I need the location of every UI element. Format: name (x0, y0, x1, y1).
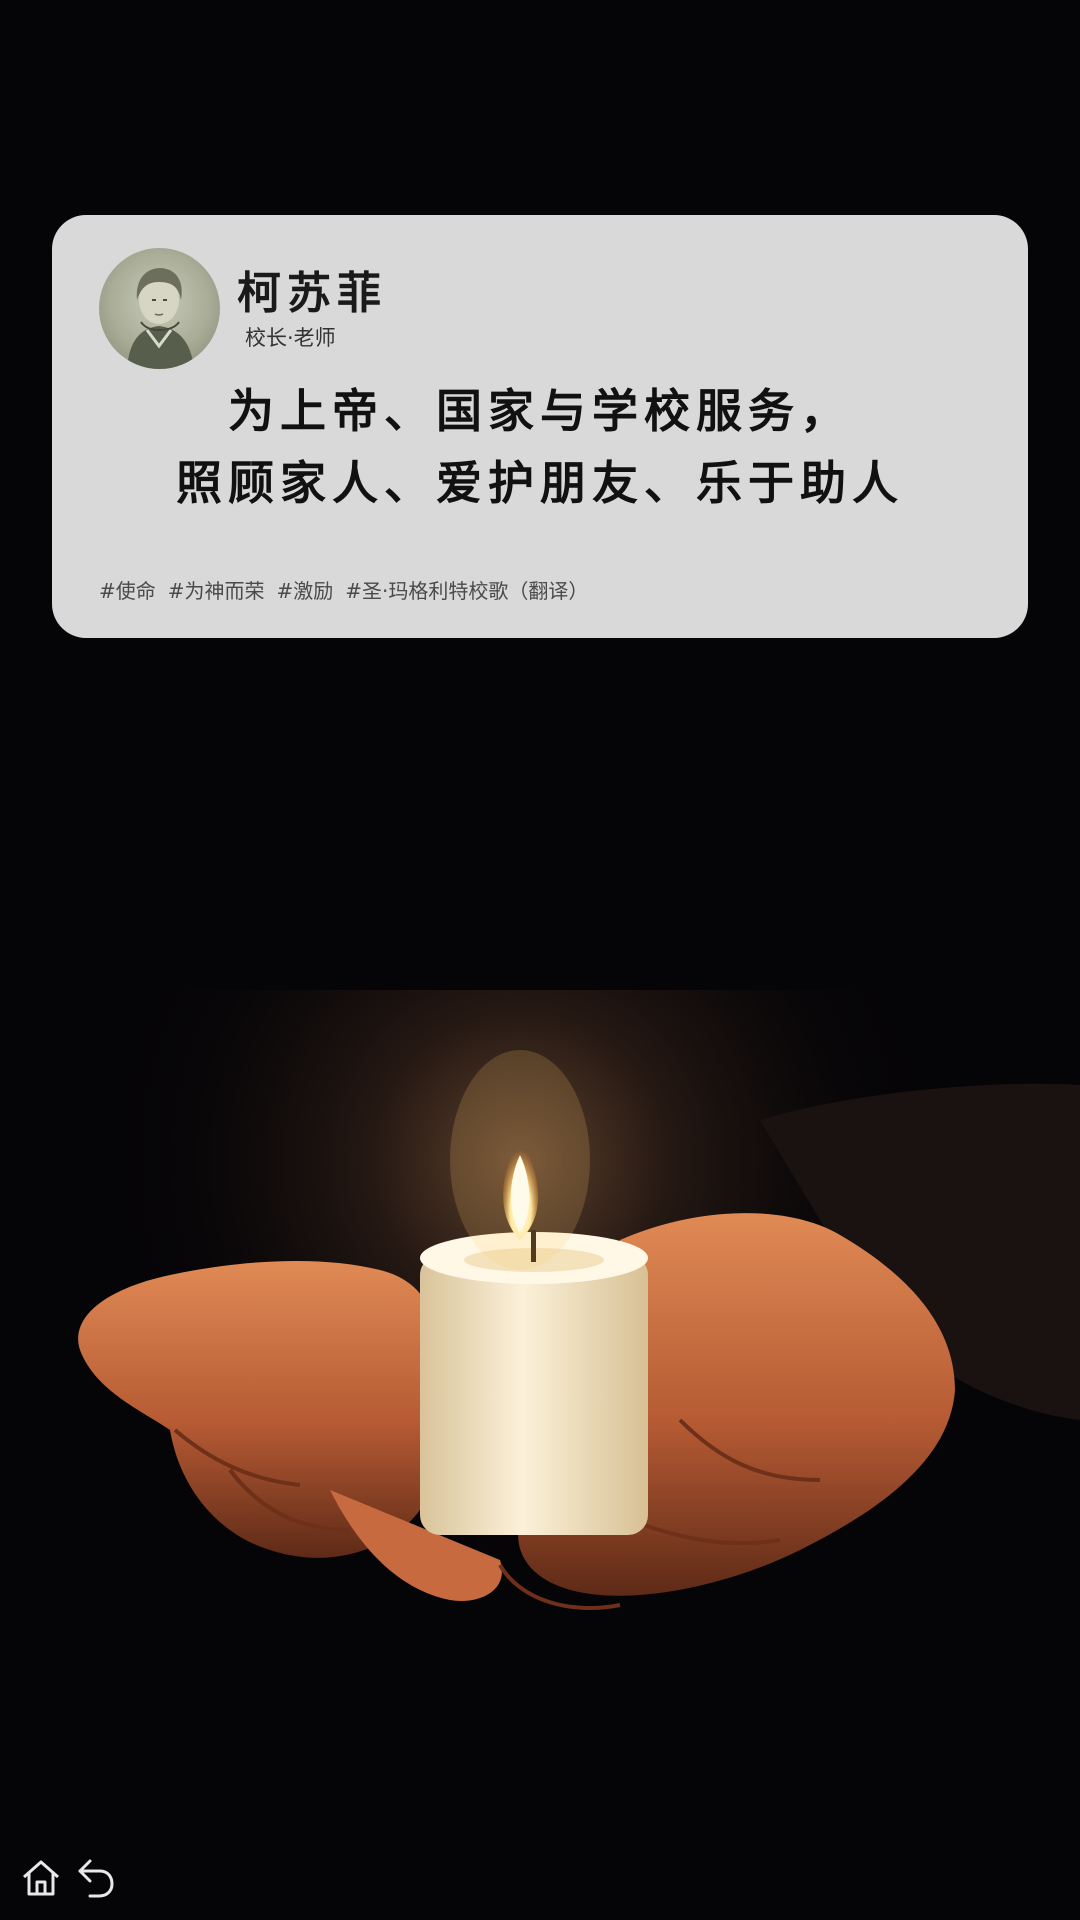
author-name: 柯苏菲 (237, 268, 387, 319)
tag-mission[interactable]: #使命 (99, 575, 156, 604)
author-role: 校长·老师 (245, 326, 336, 350)
portrait-image (127, 268, 194, 369)
tag-school-song[interactable]: #圣·玛格利特校歌（翻译） (345, 575, 588, 604)
avatar (99, 248, 220, 369)
quote-line-1: 为上帝、国家与学校服务， (228, 384, 852, 438)
candle-photo (0, 990, 1080, 1690)
candle-illustration (0, 990, 1080, 1690)
quote-text: 为上帝、国家与学校服务， 照顾家人、爱护朋友、乐于助人 (52, 375, 1028, 519)
home-icon (23, 1860, 59, 1896)
back-icon (78, 1859, 114, 1898)
quote-line-2: 照顾家人、爱护朋友、乐于助人 (176, 456, 904, 510)
quote-card: 柯苏菲 校长·老师 为上帝、国家与学校服务， 照顾家人、爱护朋友、乐于助人 #使… (52, 215, 1028, 638)
tag-glory[interactable]: #为神而荣 (168, 575, 265, 604)
tag-inspire[interactable]: #激励 (277, 575, 334, 604)
screen: 柯苏菲 校长·老师 为上帝、国家与学校服务， 照顾家人、爱护朋友、乐于助人 #使… (0, 0, 1080, 1920)
back-button[interactable] (72, 1855, 118, 1901)
tag-list: #使命 #为神而荣 #激励 #圣·玛格利特校歌（翻译） (99, 575, 588, 604)
home-button[interactable] (18, 1855, 64, 1901)
